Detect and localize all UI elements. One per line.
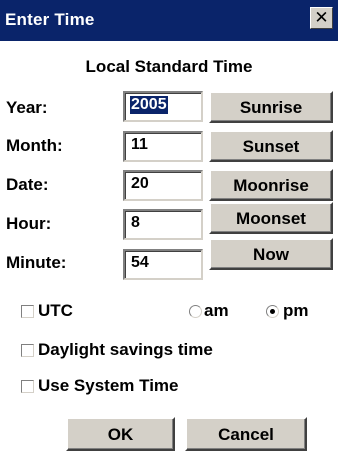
- use-system-time-label: Use System Time: [38, 376, 179, 395]
- utc-label: UTC: [38, 301, 73, 320]
- pm-label: pm: [283, 301, 309, 320]
- minute-label: Minute:: [6, 253, 67, 272]
- hour-label: Hour:: [6, 214, 52, 233]
- daylight-savings-label: Daylight savings time: [38, 340, 213, 359]
- date-value: 20: [131, 175, 149, 192]
- use-system-time-checkbox[interactable]: [21, 380, 34, 393]
- year-label: Year:: [6, 98, 48, 117]
- cancel-button[interactable]: Cancel: [185, 417, 307, 451]
- date-field[interactable]: 20: [123, 170, 203, 201]
- ok-button[interactable]: OK: [66, 417, 175, 451]
- am-radio[interactable]: [189, 305, 202, 318]
- now-button[interactable]: Now: [209, 238, 333, 270]
- month-value: 11: [131, 136, 148, 153]
- sunrise-button[interactable]: Sunrise: [209, 91, 333, 123]
- sunset-button[interactable]: Sunset: [209, 130, 333, 162]
- hour-field[interactable]: 8: [123, 209, 203, 240]
- window-edge: [338, 0, 344, 463]
- utc-checkbox[interactable]: [21, 305, 34, 318]
- date-label: Date:: [6, 175, 49, 194]
- minute-field[interactable]: 54: [123, 249, 203, 280]
- minute-value: 54: [131, 254, 149, 271]
- month-field[interactable]: 11: [123, 131, 203, 162]
- year-value: 2005: [130, 96, 168, 114]
- dialog-heading: Local Standard Time: [85, 57, 253, 76]
- moonrise-button[interactable]: Moonrise: [209, 169, 333, 201]
- close-button[interactable]: ✕: [310, 7, 333, 29]
- daylight-savings-checkbox[interactable]: [21, 344, 34, 357]
- am-label: am: [204, 301, 229, 320]
- hour-value: 8: [131, 214, 140, 231]
- pm-radio-dot: [270, 309, 275, 314]
- moonset-button[interactable]: Moonset: [209, 202, 333, 234]
- year-field[interactable]: 2005: [123, 91, 203, 122]
- close-icon: ✕: [314, 8, 329, 27]
- enter-time-dialog: Enter Time ✕ Local Standard Time Year: M…: [0, 0, 344, 463]
- month-label: Month:: [6, 136, 63, 155]
- window-title: Enter Time: [5, 10, 95, 29]
- pm-radio[interactable]: [266, 305, 279, 318]
- title-bar[interactable]: Enter Time ✕: [0, 0, 338, 41]
